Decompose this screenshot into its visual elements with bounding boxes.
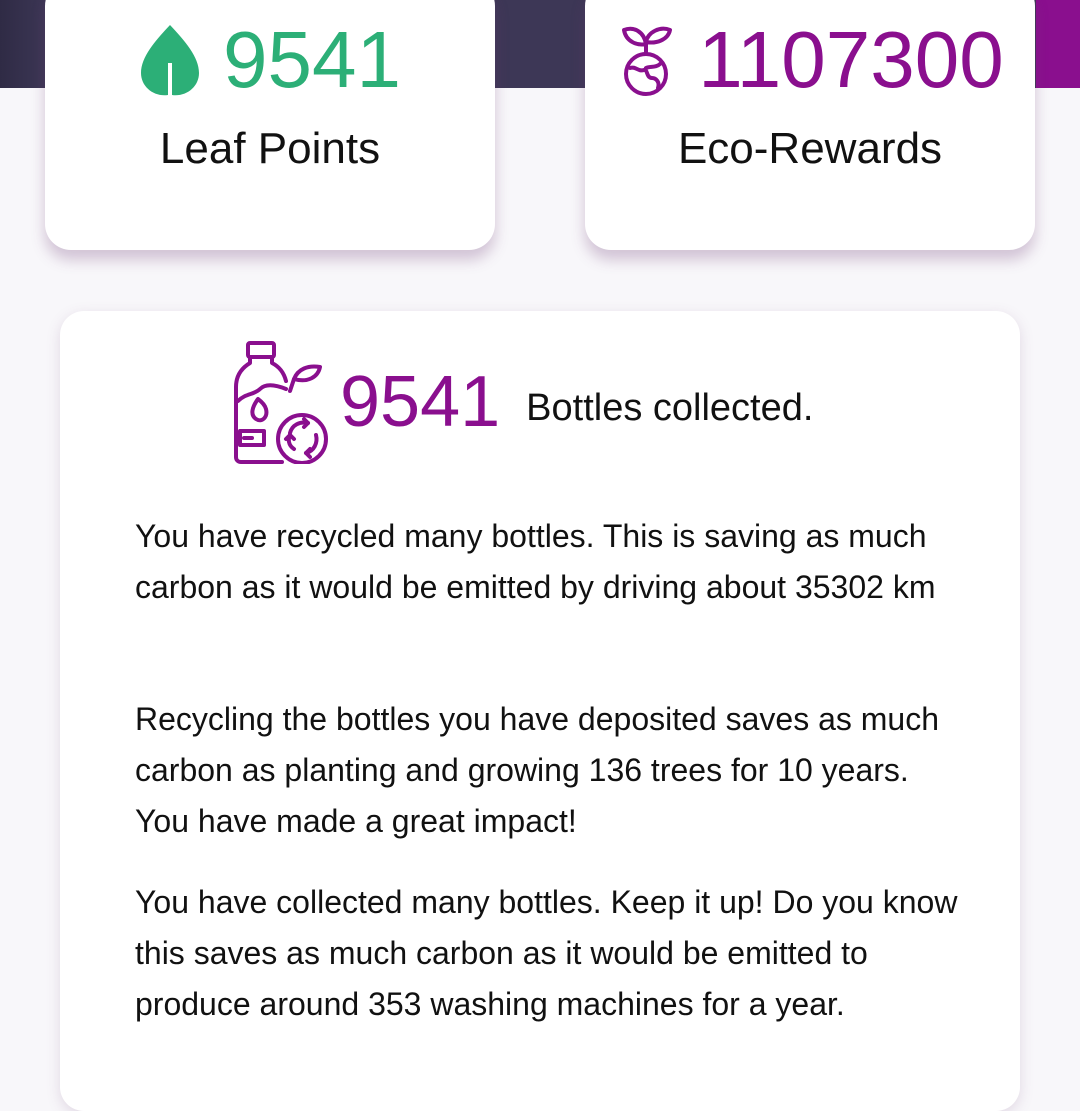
sprouting-globe-icon bbox=[622, 26, 673, 96]
leaf-points-label: Leaf Points bbox=[159, 124, 381, 173]
impact-message-trees: Recycling the bottles you have deposited… bbox=[135, 701, 940, 839]
eco-rewards-value: 1107300 bbox=[698, 15, 1004, 104]
leaf-icon bbox=[141, 25, 200, 96]
eco-rewards-value-row: 1107300 bbox=[585, 20, 1035, 100]
bottles-count: 9541 bbox=[340, 361, 501, 442]
header-background-shade bbox=[0, 0, 50, 88]
bottles-impact-card: 9541 Bottles collected. You have recycle… bbox=[60, 311, 1020, 1111]
impact-message-driving: You have recycled many bottles. This is … bbox=[135, 518, 936, 605]
eco-rewards-label: Eco-Rewards bbox=[677, 124, 943, 173]
leaf-points-card[interactable]: 9541 Leaf Points bbox=[45, 0, 495, 250]
leaf-points-value: 9541 bbox=[223, 15, 401, 104]
bottle-recycle-icon bbox=[234, 341, 328, 464]
header-accent-strip bbox=[1036, 0, 1080, 88]
leaf-points-value-row: 9541 bbox=[45, 20, 495, 100]
bottles-collected-row: 9541 Bottles collected. bbox=[232, 339, 813, 464]
bottles-collected-label: Bottles collected. bbox=[526, 387, 814, 429]
eco-rewards-card[interactable]: 1107300 Eco-Rewards bbox=[585, 0, 1035, 250]
impact-message-washing-machines: You have collected many bottles. Keep it… bbox=[135, 884, 958, 1022]
